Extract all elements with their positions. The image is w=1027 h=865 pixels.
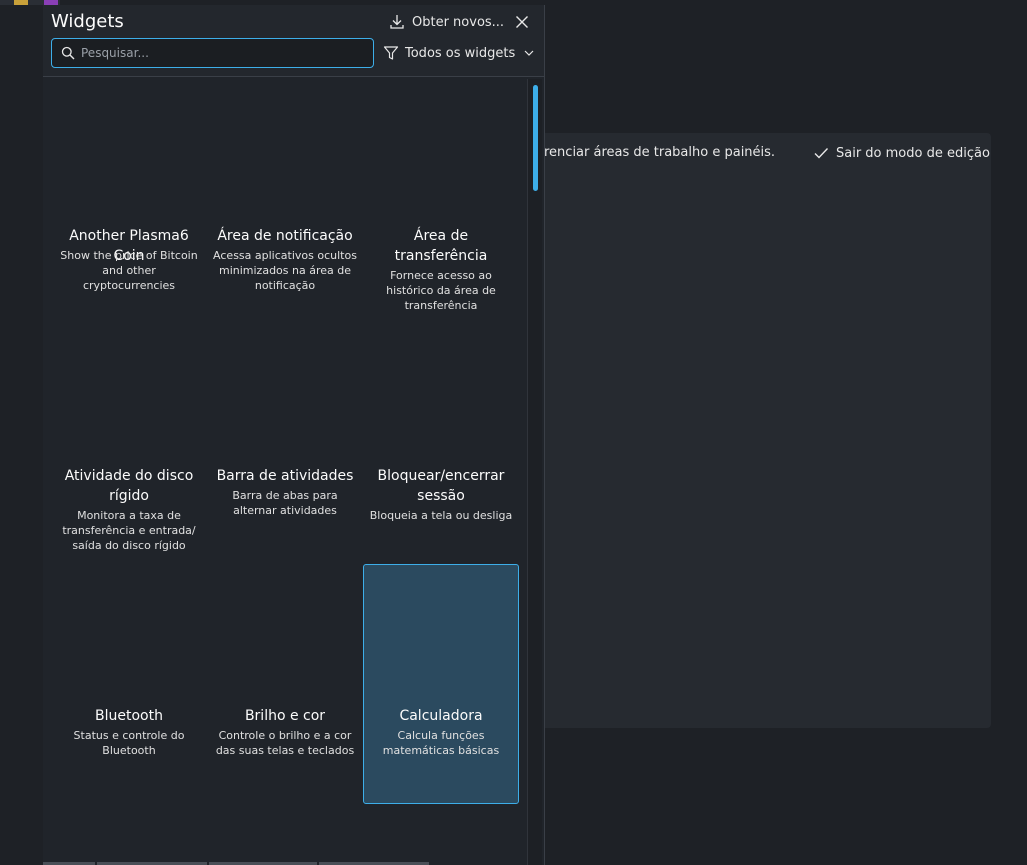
tray-app-icon[interactable] (14, 0, 28, 5)
manage-desktops-button[interactable]: renciar áreas de trabalho e painéis... (544, 143, 774, 163)
widget-description: Bloqueia a tela ou desliga (369, 509, 513, 522)
widget-card[interactable]: Área de notificação Acessa aplicativos o… (207, 84, 363, 324)
widget-description: Status e controle do Bluetooth (73, 729, 185, 757)
exit-edit-mode-button[interactable]: Sair do modo de edição (812, 141, 990, 165)
widget-description: Fornece acesso ao histórico da área de t… (386, 269, 496, 312)
desktop-edit-area (534, 133, 991, 728)
widget-description: Monitora a taxa de transferência e entra… (62, 509, 196, 552)
widget-card[interactable]: Área de transferência Fornece acesso ao … (363, 84, 519, 324)
widget-name: Atividade do disco rígido (64, 468, 194, 504)
widget-name: Área de transferência (394, 228, 488, 264)
widget-name: Calculadora (399, 708, 483, 724)
panel-title: Widgets (51, 11, 124, 32)
widget-filter-dropdown[interactable]: Todos os widgets (383, 38, 535, 68)
checkmark-icon (814, 148, 829, 159)
search-icon (61, 46, 75, 60)
widget-description: Calcula funções matemáticas básicas (382, 729, 500, 757)
widget-description: Acessa aplicativos ocultos minimizados n… (213, 249, 357, 292)
search-field[interactable] (51, 38, 374, 68)
widget-description: Barra de abas para alternar atividades (232, 489, 338, 517)
widget-list-scrollbar[interactable] (527, 79, 542, 865)
widget-card[interactable]: Bloquear/encerrar sessão Bloqueia a tela… (363, 324, 519, 564)
widget-card[interactable]: Brilho e cor Controle o brilho e a cor d… (207, 564, 363, 804)
filter-icon (383, 46, 399, 60)
widget-grid: Another Plasma6 Coin Show the price of B… (51, 84, 521, 865)
close-icon (516, 16, 528, 28)
widget-name: Barra de atividades (216, 468, 354, 484)
bottom-panel-edge (43, 861, 443, 865)
widget-description: Controle o brilho e a cor das suas telas… (215, 729, 355, 757)
exit-edit-mode-label: Sair do modo de edição (836, 145, 990, 161)
scrollbar-thumb[interactable] (533, 85, 538, 191)
widget-explorer-panel: Widgets Obter novos... Todos os widgets … (43, 5, 545, 865)
widget-name: Bluetooth (95, 708, 163, 724)
filter-label: Todos os widgets (405, 45, 516, 61)
widget-name: Área de notificação (217, 228, 353, 244)
get-new-widgets-button[interactable]: Obter novos... (388, 8, 504, 36)
close-panel-button[interactable] (510, 9, 534, 35)
widget-card[interactable]: Another Plasma6 Coin Show the price of B… (51, 84, 207, 324)
widget-name: Brilho e cor (244, 708, 326, 724)
widget-card[interactable]: Bluetooth Status e controle do Bluetooth (51, 564, 207, 804)
get-new-label: Obter novos... (412, 14, 505, 30)
search-input[interactable] (81, 41, 373, 65)
widget-card[interactable]: Atividade do disco rígido Monitora a tax… (51, 324, 207, 564)
widget-card[interactable]: Barra de atividades Barra de abas para a… (207, 324, 363, 564)
widget-name: Bloquear/encerrar sessão (377, 468, 505, 504)
widget-card-selected[interactable]: Calculadora Calcula funções matemáticas … (363, 564, 519, 804)
chevron-down-icon (524, 50, 534, 56)
widget-description: Show the price of Bitcoin and other cryp… (60, 249, 198, 292)
download-icon (390, 15, 404, 29)
panel-header: Widgets Obter novos... Todos os widgets (43, 5, 544, 77)
